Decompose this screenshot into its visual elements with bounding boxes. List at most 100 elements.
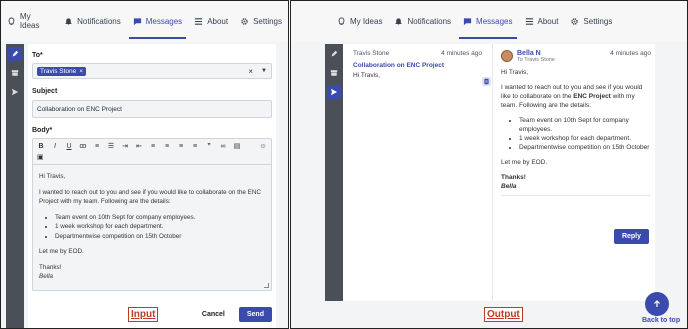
bell-icon: [65, 17, 72, 25]
editor-content[interactable]: Hi Travis, I wanted to reach out to you …: [33, 165, 271, 289]
image-icon[interactable]: ▣: [37, 153, 267, 162]
ordered-list-icon[interactable]: ≡: [93, 142, 101, 151]
quote-icon[interactable]: ”: [205, 142, 213, 151]
recipient-field[interactable]: Travis Stone × × ▼: [32, 63, 272, 79]
detail-signature: Bella: [501, 183, 517, 190]
editor-toolbar: B I U ꝏ ≡ ☰ ⇥ ⇤ ≡ ≡ ≡ ≡ ” ∞ ▤ ☺ ▣: [33, 139, 271, 165]
inbox-panel: My Ideas Notifications Messages About Se…: [290, 0, 688, 329]
side-toolbar: [325, 44, 343, 301]
archive-icon: [11, 70, 19, 76]
detail-thanks: Thanks!: [501, 174, 526, 181]
gear-icon: [241, 17, 248, 25]
message-icon: [463, 17, 472, 25]
nav-my-ideas[interactable]: My Ideas: [331, 1, 388, 41]
body-label: Body*: [32, 127, 53, 134]
detail-body: Hi Travis, I wanted to reach out to you …: [501, 68, 651, 196]
inbox-button[interactable]: [8, 66, 22, 80]
detail-intro: I wanted to reach out to you and see if …: [501, 83, 651, 110]
list-item: 1 week workshop for each department.: [55, 222, 265, 232]
body-editor[interactable]: B I U ꝏ ≡ ☰ ⇥ ⇤ ≡ ≡ ≡ ≡ ” ∞ ▤ ☺ ▣ Hi Tra…: [32, 138, 272, 291]
emoji-icon[interactable]: ☺: [259, 142, 267, 151]
link-icon[interactable]: ∞: [219, 142, 227, 151]
reply-button[interactable]: Reply: [613, 229, 649, 244]
message-detail: Bella N To Travis Stone 4 minutes ago Hi…: [497, 44, 655, 206]
nav-messages[interactable]: Messages: [457, 1, 518, 41]
message-sender: Travis Stone: [353, 50, 390, 57]
resize-handle[interactable]: [264, 283, 269, 288]
message-icon: [133, 17, 141, 25]
back-to-top-label[interactable]: Back to top: [642, 317, 680, 324]
justify-icon[interactable]: ≡: [191, 142, 199, 151]
nav-about[interactable]: About: [188, 1, 234, 41]
compose-form: To* Travis Stone × × ▼ Subject Collabora…: [28, 44, 276, 328]
align-right-icon[interactable]: ≡: [177, 142, 185, 151]
body-intro: I wanted to reach out to you and see if …: [39, 188, 261, 206]
pencil-icon: [12, 50, 19, 57]
detail-header: Bella N To Travis Stone 4 minutes ago: [501, 50, 651, 63]
nav-about[interactable]: About: [519, 1, 565, 41]
outdent-icon[interactable]: ⇤: [135, 142, 143, 151]
underline-icon[interactable]: U: [65, 142, 73, 151]
top-nav: My Ideas Notifications Messages About Se…: [291, 1, 687, 41]
clear-icon[interactable]: ×: [248, 67, 253, 76]
bell-icon: [395, 17, 403, 25]
message-preview: Hi Travis,: [353, 72, 381, 79]
project-name: ENC Project: [573, 93, 611, 100]
send-button[interactable]: Send: [238, 306, 272, 322]
nav-notifications[interactable]: Notifications: [388, 1, 457, 41]
nav-label: Settings: [253, 16, 282, 26]
detail-time: 4 minutes ago: [610, 50, 651, 57]
list-item: Departmentwise competition on 15th Octob…: [55, 232, 265, 242]
detail-sender[interactable]: Bella N: [517, 50, 555, 57]
nav-label: About: [207, 16, 229, 26]
message-header: Travis Stone 4 minutes ago: [353, 50, 482, 57]
message-time: 4 minutes ago: [441, 50, 482, 57]
align-left-icon[interactable]: ≡: [149, 142, 157, 151]
nav-label: About: [537, 16, 559, 26]
compose-button[interactable]: [327, 47, 341, 61]
chevron-down-icon[interactable]: ▼: [261, 68, 267, 74]
compose-button[interactable]: [8, 47, 22, 61]
lightbulb-icon: [8, 17, 15, 25]
back-to-top-button[interactable]: [645, 292, 669, 316]
nav-label: Messages: [145, 16, 183, 26]
list-item: Team event on 10th Sept for company empl…: [519, 116, 651, 134]
strikethrough-icon[interactable]: ꝏ: [79, 142, 87, 151]
subject-input[interactable]: Collaboration on ENC Project: [32, 100, 272, 118]
avatar: [501, 50, 513, 62]
bold-icon[interactable]: B: [37, 142, 45, 151]
body-thanks: Thanks!: [39, 263, 62, 271]
archive-icon: [330, 70, 338, 76]
remove-recipient-icon[interactable]: ×: [79, 68, 83, 75]
list-item: Team event on 10th Sept for company empl…: [55, 213, 265, 223]
align-center-icon[interactable]: ≡: [163, 142, 171, 151]
italic-icon[interactable]: I: [51, 142, 59, 151]
nav-label: Messages: [476, 16, 513, 26]
bullet-list-icon[interactable]: ☰: [107, 142, 115, 151]
send-icon: [11, 88, 19, 96]
nav-my-ideas[interactable]: My Ideas: [1, 1, 58, 41]
code-block-icon[interactable]: ▤: [233, 142, 241, 151]
list-item[interactable]: Travis Stone 4 minutes ago Collaboration…: [343, 44, 492, 85]
nav-notifications[interactable]: Notifications: [58, 1, 127, 41]
recipient-chip[interactable]: Travis Stone ×: [37, 66, 87, 76]
nav-label: Notifications: [77, 16, 121, 26]
message-view: Travis Stone 4 minutes ago Collaboration…: [343, 44, 655, 301]
document-icon[interactable]: [482, 77, 491, 86]
nav-label: Settings: [583, 16, 613, 26]
cancel-button[interactable]: Cancel: [202, 311, 225, 318]
nav-label: My Ideas: [19, 12, 40, 30]
sent-button[interactable]: [327, 85, 341, 99]
message-list: Travis Stone 4 minutes ago Collaboration…: [343, 44, 493, 301]
sent-button[interactable]: [8, 85, 22, 99]
indent-icon[interactable]: ⇥: [121, 142, 129, 151]
inbox-button[interactable]: [327, 66, 341, 80]
nav-settings[interactable]: Settings: [234, 1, 288, 41]
nav-settings[interactable]: Settings: [564, 1, 618, 41]
body-closing: Let me by EOD.: [39, 248, 84, 255]
subject-label: Subject: [32, 88, 58, 95]
nav-messages[interactable]: Messages: [127, 1, 188, 41]
body-bullet-list: Team event on 10th Sept for company empl…: [55, 213, 265, 242]
body-signature: Bella: [39, 273, 54, 280]
output-tag: Output: [484, 307, 523, 322]
